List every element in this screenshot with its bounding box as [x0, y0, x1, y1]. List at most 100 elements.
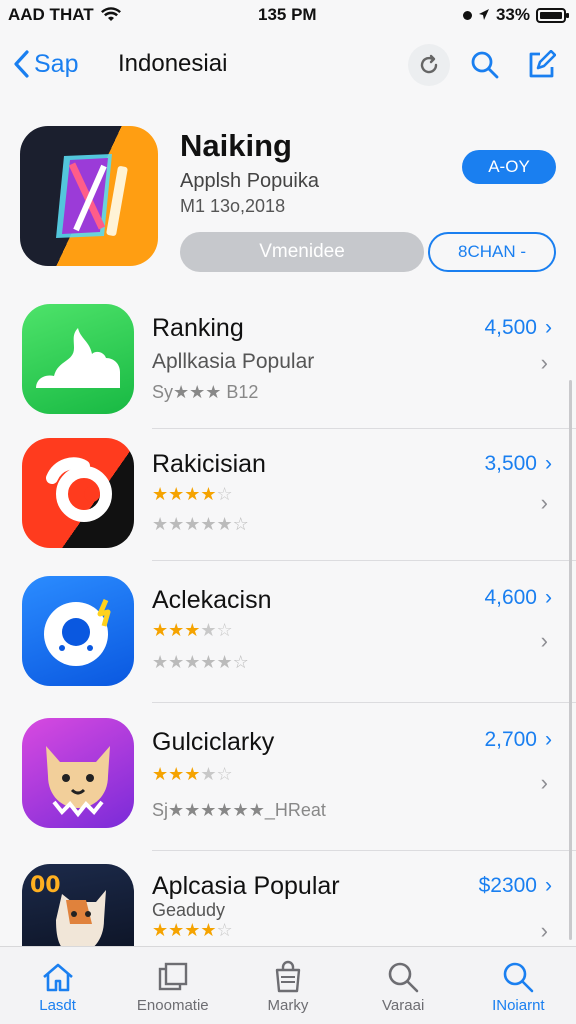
list-item[interactable]: Rakicisian ★★★★☆ ★★★★★☆ 3,500 › ›: [0, 438, 576, 574]
price-label: 2,700: [484, 728, 537, 751]
chevron-right-icon: ›: [540, 350, 548, 375]
dog-mascot-icon: 00: [30, 873, 106, 954]
search-button[interactable]: [464, 44, 506, 86]
lock-dot-icon: [462, 10, 472, 20]
app-icon: [22, 304, 134, 414]
scrollbar[interactable]: [569, 380, 572, 940]
tab-label: INoiarnt: [492, 997, 545, 1014]
app-name: Aclekacisn: [152, 586, 272, 614]
search-icon: [471, 51, 499, 79]
tab-label: Enoomatie: [136, 997, 209, 1014]
secondary-button[interactable]: Vmenidee: [180, 232, 424, 272]
tab-bar: Lasdt Enoomatie Marky Varaai INoiarnt: [0, 946, 576, 1024]
carrier-label: AAD THAT: [8, 5, 94, 24]
chevron-right-icon: ›: [545, 586, 552, 609]
search-icon: [504, 962, 534, 993]
divider: [152, 560, 576, 561]
tab-home[interactable]: Lasdt: [8, 959, 108, 1014]
divider: [152, 702, 576, 703]
list-item[interactable]: Ranking Apllkasia Popular Sy★★★ B12 4,50…: [0, 304, 576, 440]
chevron-right-icon: ›: [540, 628, 548, 653]
chevron-right-icon: ›: [540, 770, 548, 795]
app-subtitle: Geadudy: [152, 900, 226, 920]
list-item[interactable]: Gulciclarky ★★★★☆ Sj★★★★★★_HReat 2,700 › …: [0, 718, 576, 854]
stars-off: ★☆: [200, 764, 233, 784]
app-meta: Sj★★★★★★_HReat: [152, 800, 326, 820]
app-icon: [22, 576, 134, 686]
cat-mascot-icon: [46, 746, 110, 818]
featured-app-meta: M1 13o,2018: [180, 196, 286, 216]
status-bar: AAD THAT 135 PM 33%: [0, 0, 576, 30]
refresh-icon: [420, 54, 438, 74]
chevron-right-icon: ›: [545, 452, 552, 475]
refresh-button[interactable]: [408, 44, 450, 86]
tab-label: Marky: [267, 997, 309, 1014]
rating-stars: ★★★★☆: [152, 920, 233, 941]
home-icon: [42, 963, 73, 992]
tab-label: Varaai: [382, 997, 425, 1014]
app-price[interactable]: $2300 ›: [479, 874, 552, 898]
rating-stars: ★★★★☆: [152, 620, 233, 641]
stars-on: ★★★: [152, 620, 201, 640]
back-button[interactable]: Sap: [12, 49, 78, 79]
tab-documents[interactable]: Enoomatie: [123, 959, 223, 1014]
chevron-right-icon: ›: [540, 490, 548, 515]
price-label: 4,600: [484, 586, 537, 609]
stars-off: ★☆: [200, 620, 233, 640]
rating-stars: ★★★★☆: [152, 764, 233, 785]
stars-on: ★★★★: [152, 484, 217, 504]
compose-icon: [529, 50, 556, 78]
documents-icon: [158, 962, 187, 991]
featured-logo-icon: [56, 154, 128, 238]
battery-icon: [536, 7, 569, 23]
rating-stars-secondary: ★★★★★☆: [152, 652, 249, 672]
svg-text:00: 00: [30, 873, 61, 898]
price-label: $2300: [478, 874, 537, 897]
tab-explore[interactable]: INoiarnt: [468, 959, 568, 1014]
search-icon: [388, 962, 419, 993]
chevron-right-icon: ›: [540, 918, 548, 943]
swirl-logo-icon: [46, 457, 112, 522]
app-icon: [22, 438, 134, 548]
featured-app-icon: [20, 126, 158, 266]
featured-app-name: Naiking: [180, 128, 292, 163]
price-label: 4,500: [484, 316, 537, 339]
stars-on: ★★★★: [152, 920, 217, 940]
chevron-right-icon: ›: [545, 874, 552, 897]
app-meta: Sy★★★ B12: [152, 382, 259, 402]
compose-button[interactable]: [520, 44, 562, 86]
chevron-right-icon: ›: [545, 728, 552, 751]
app-price[interactable]: 4,500 ›: [484, 316, 552, 340]
app-name: Rakicisian: [152, 450, 266, 478]
outline-button[interactable]: 8CHAN -: [428, 232, 556, 272]
featured-app-card[interactable]: Naiking Applsh Popuika M1 13o,2018 A-OY …: [20, 122, 560, 272]
list-item[interactable]: Aclekacisn ★★★★☆ ★★★★★☆ 4,600 › ›: [0, 576, 576, 712]
divider: [152, 850, 576, 851]
wifi-icon: [100, 7, 121, 21]
app-icon: 00: [22, 864, 134, 954]
app-price[interactable]: 4,600 ›: [484, 586, 552, 610]
page-title: Indonesiai: [118, 50, 228, 77]
app-price[interactable]: 2,700 ›: [484, 728, 552, 752]
battery-label: 33%: [495, 5, 530, 24]
app-name: Gulciclarky: [152, 728, 275, 756]
bag-icon: [275, 960, 301, 993]
tab-search[interactable]: Varaai: [353, 959, 453, 1014]
app-name: Ranking: [152, 314, 244, 342]
tab-market[interactable]: Marky: [238, 959, 338, 1014]
chevron-left-icon: [14, 50, 29, 78]
ring-logo-icon: [44, 599, 111, 666]
cloud-splash-icon: [36, 328, 120, 388]
get-button[interactable]: A-OY: [462, 150, 556, 184]
stars-on: ★★★: [152, 764, 201, 784]
app-name: Aplcasia Popular: [152, 872, 340, 900]
featured-app-subtitle: Applsh Popuika: [180, 170, 319, 192]
rating-stars: ★★★★☆: [152, 484, 233, 505]
stars-off: ☆: [216, 920, 233, 940]
location-icon: [478, 9, 489, 20]
app-icon: [22, 718, 134, 828]
app-price[interactable]: 3,500 ›: [484, 452, 552, 476]
rating-stars-secondary: ★★★★★☆: [152, 514, 249, 534]
back-label: Sap: [34, 49, 79, 78]
price-label: 3,500: [484, 452, 537, 475]
